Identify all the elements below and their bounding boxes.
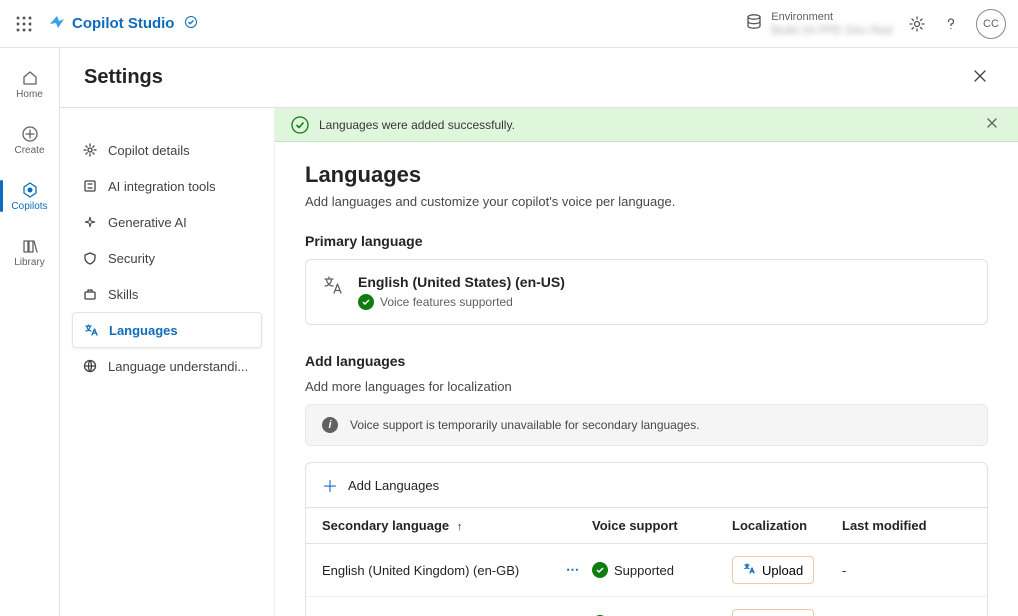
sidebar-item-ai-tools[interactable]: AI integration tools [72,168,262,204]
row-voice-support: Supported [592,562,732,578]
add-languages-subtitle: Add more languages for localization [305,379,988,394]
plus-icon: ＋ [322,473,338,497]
languages-table: Secondary language ↑ Voice support Local… [305,508,988,616]
table-row: Italian (Italy) (it-IT) ⋯ Supported Uplo… [306,597,987,616]
gear-icon[interactable] [908,15,926,33]
globe-icon [82,358,98,374]
alert-text: Languages were added successfully. [319,118,515,132]
product-logo[interactable]: Copilot Studio [48,13,198,34]
page-description: Add languages and customize your copilot… [305,194,988,209]
success-alert: Languages were added successfully. [275,108,1018,142]
leftnav-home[interactable]: Home [0,56,59,112]
row-language-name: English (United Kingdom) (en-GB) [322,563,592,578]
leftnav-copilots[interactable]: Copilots [0,168,59,224]
sidebar-item-copilot-details[interactable]: Copilot details [72,132,262,168]
primary-voice-text: Voice features supported [380,295,513,309]
environment-name: Build 24 PPE Dev Red [771,23,892,37]
primary-language-card: English (United States) (en-US) Voice fe… [305,259,988,325]
info-banner: i Voice support is temporarily unavailab… [305,404,988,446]
info-icon: i [322,417,338,433]
environment-icon [745,13,763,34]
copilot-logo-icon [48,13,66,34]
settings-header: Settings [60,48,1018,108]
gear-icon [82,142,98,158]
translate-icon [743,562,756,578]
add-languages-button[interactable]: ＋ Add Languages [305,462,988,508]
settings-title: Settings [84,66,163,89]
page-heading: Languages [305,162,988,188]
upload-button[interactable]: Upload [732,609,814,616]
row-last-modified: - [842,563,971,578]
translate-icon [322,274,344,310]
verified-badge-icon [184,15,198,32]
topbar: Copilot Studio Environment Build 24 PPE … [0,0,1018,48]
primary-language-label: Primary language [305,233,988,249]
primary-language-name: English (United States) (en-US) [358,274,565,290]
shield-icon [82,250,98,266]
check-circle-icon [592,562,608,578]
sidebar-item-lang-understanding[interactable]: Language understandi... [72,348,262,384]
sidebar-item-generative-ai[interactable]: Generative AI [72,204,262,240]
col-secondary-language[interactable]: Secondary language ↑ [322,518,592,533]
col-voice-support[interactable]: Voice support [592,518,732,533]
translate-icon [83,322,99,338]
row-more-icon[interactable]: ⋯ [566,562,580,578]
sidebar-item-skills[interactable]: Skills [72,276,262,312]
info-text: Voice support is temporarily unavailable… [350,418,700,432]
help-icon[interactable] [942,15,960,33]
sparkle-icon [82,214,98,230]
sort-ascending-icon: ↑ [457,521,463,533]
col-localization[interactable]: Localization [732,518,842,533]
environment-label: Environment [771,11,892,23]
leftnav-library[interactable]: Library [0,224,59,280]
add-languages-heading: Add languages [305,353,988,369]
sidebar-item-languages[interactable]: Languages [72,312,262,348]
close-icon[interactable] [966,62,994,93]
app-launcher-icon[interactable] [12,12,36,36]
alert-close-icon[interactable] [982,113,1002,136]
leftnav-create[interactable]: Create [0,112,59,168]
environment-picker[interactable]: Environment Build 24 PPE Dev Red [745,11,892,37]
sidebar-item-security[interactable]: Security [72,240,262,276]
integration-icon [82,178,98,194]
user-avatar[interactable]: CC [976,9,1006,39]
check-circle-icon [358,294,374,310]
product-name: Copilot Studio [72,15,174,32]
left-nav: Home Create Copilots Library [0,48,60,616]
col-last-modified[interactable]: Last modified [842,518,971,533]
briefcase-icon [82,286,98,302]
table-header: Secondary language ↑ Voice support Local… [306,508,987,544]
settings-sidebar: Copilot details AI integration tools Gen… [60,108,275,616]
upload-button[interactable]: Upload [732,556,814,584]
check-circle-icon [291,116,309,134]
table-row: English (United Kingdom) (en-GB) ⋯ Suppo… [306,544,987,597]
